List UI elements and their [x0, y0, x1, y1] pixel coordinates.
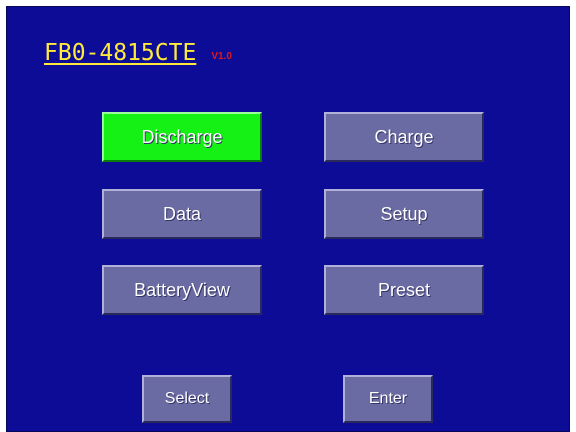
- header: FB0-4815CTE V1.0: [44, 40, 232, 66]
- discharge-button[interactable]: Discharge: [102, 112, 262, 162]
- charge-button[interactable]: Charge: [324, 112, 484, 162]
- device-screen: FB0-4815CTE V1.0 Discharge Charge Data S…: [6, 6, 570, 432]
- select-button[interactable]: Select: [142, 375, 232, 423]
- preset-button[interactable]: Preset: [324, 265, 484, 315]
- data-button[interactable]: Data: [102, 189, 262, 239]
- enter-button[interactable]: Enter: [343, 375, 433, 423]
- battery-view-button[interactable]: BatteryView: [102, 265, 262, 315]
- version-label: V1.0: [211, 51, 232, 62]
- device-model-title: FB0-4815CTE: [44, 40, 197, 66]
- setup-button[interactable]: Setup: [324, 189, 484, 239]
